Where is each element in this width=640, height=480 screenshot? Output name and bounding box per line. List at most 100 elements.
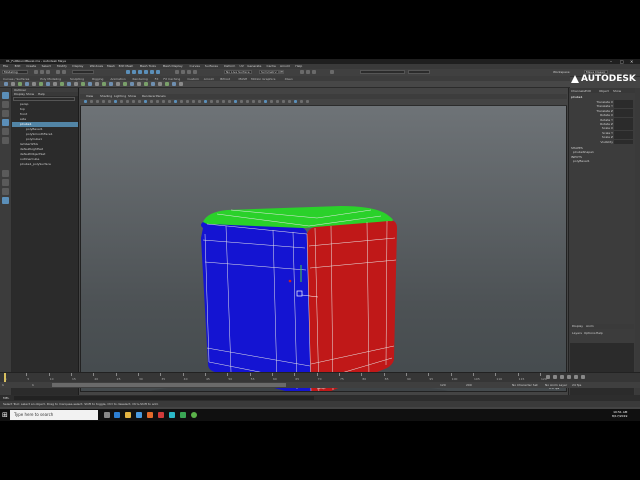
shelf-button-icon[interactable] <box>81 82 85 86</box>
viewport-tool-icon[interactable] <box>90 100 93 103</box>
cube-model[interactable] <box>81 100 567 392</box>
character-set-dropdown[interactable]: No Character Set <box>512 383 538 387</box>
channel-attribute-field[interactable] <box>614 122 633 126</box>
new-scene-icon[interactable] <box>34 70 38 74</box>
shelf-button-icon[interactable] <box>11 82 15 86</box>
viewport-tool-icon[interactable] <box>174 100 177 103</box>
persp-graph-layout-icon[interactable] <box>2 197 9 204</box>
channel-attribute-field[interactable] <box>614 126 633 131</box>
viewport-tool-icon[interactable] <box>192 100 195 103</box>
viewport-tool-icon[interactable] <box>186 100 189 103</box>
command-language[interactable]: MEL <box>3 396 9 400</box>
range-start[interactable]: 1 <box>2 383 4 387</box>
app-icon-2[interactable] <box>158 412 164 418</box>
shelf-button-icon[interactable] <box>102 82 106 86</box>
layer-menu-options[interactable]: Options <box>584 331 596 335</box>
undo-icon[interactable] <box>56 70 60 74</box>
viewport-tool-icon[interactable] <box>84 100 87 103</box>
shelf-button-icon[interactable] <box>74 82 78 86</box>
go-to-end-icon[interactable] <box>581 375 585 379</box>
shelf-button-icon[interactable] <box>67 82 71 86</box>
range-slider[interactable]: 1 1 120 200 No Character Set No Anim Lay… <box>0 382 640 388</box>
channel-box-tab-show[interactable]: Show <box>613 89 621 93</box>
taskbar-search-input[interactable]: Type here to search <box>10 410 98 420</box>
windows-start-icon[interactable]: ⊞ <box>2 411 8 419</box>
shelf-button-icon[interactable] <box>144 82 148 86</box>
viewport-tool-icon[interactable] <box>168 100 171 103</box>
viewport-tool-icon[interactable] <box>300 100 303 103</box>
step-forward-icon[interactable] <box>574 375 578 379</box>
maya-taskbar-icon[interactable] <box>169 412 175 418</box>
sign-in-dropdown[interactable] <box>408 70 430 74</box>
ipr-render-icon[interactable] <box>306 70 310 74</box>
channel-box-tab-channels[interactable]: Channels <box>571 89 585 93</box>
input-line-field[interactable] <box>360 70 405 74</box>
playback-end[interactable]: 120 <box>440 383 446 387</box>
outliner-menu-display[interactable]: Display <box>14 92 25 96</box>
channel-attribute-field[interactable] <box>614 135 633 140</box>
viewport-tool-icon[interactable] <box>120 100 123 103</box>
viewport-tool-icon[interactable] <box>258 100 261 103</box>
go-to-start-icon[interactable] <box>546 375 550 379</box>
rotate-tool-icon[interactable] <box>2 128 9 135</box>
channel-attribute-field[interactable] <box>614 117 633 122</box>
viewport-tool-icon[interactable] <box>138 100 141 103</box>
channel-attribute-field[interactable] <box>614 113 633 118</box>
shelf-button-icon[interactable] <box>179 82 183 86</box>
snap-point-icon[interactable] <box>187 70 191 74</box>
live-surface-field[interactable]: No Live Surface <box>224 70 252 74</box>
file-explorer-icon[interactable] <box>125 412 131 418</box>
playback-start[interactable]: 1 <box>32 383 34 387</box>
layer-tab-anim[interactable]: Anim <box>586 324 594 329</box>
fps-dropdown[interactable]: 24 fps <box>572 383 581 387</box>
render-settings-icon[interactable] <box>312 70 316 74</box>
shelf-button-icon[interactable] <box>18 82 22 86</box>
four-view-layout-icon[interactable] <box>2 179 9 186</box>
command-input[interactable] <box>14 396 314 400</box>
lasso-tool-icon[interactable] <box>2 101 9 108</box>
viewport-tool-icon[interactable] <box>240 100 243 103</box>
channel-box-tab-edit[interactable]: Edit <box>585 89 591 93</box>
channel-attribute-field[interactable] <box>614 104 633 109</box>
shelf-button-icon[interactable] <box>130 82 134 86</box>
shelf-button-icon[interactable] <box>116 82 120 86</box>
shape-node[interactable]: pCubeShape1 <box>573 150 594 154</box>
store-icon[interactable] <box>136 412 142 418</box>
channel-box-tab-object[interactable]: Object <box>599 89 609 93</box>
viewport-tool-icon[interactable] <box>144 100 147 103</box>
viewport-tool-icon[interactable] <box>180 100 183 103</box>
viewport-tool-icon[interactable] <box>162 100 165 103</box>
input-line-icon[interactable] <box>330 70 334 74</box>
viewport-tool-icon[interactable] <box>126 100 129 103</box>
viewport-tool-icon[interactable] <box>216 100 219 103</box>
viewport-tool-icon[interactable] <box>288 100 291 103</box>
play-forward-icon[interactable] <box>567 375 571 379</box>
shelf-button-icon[interactable] <box>109 82 113 86</box>
edge-browser-icon[interactable] <box>114 412 120 418</box>
current-time-indicator[interactable] <box>4 373 6 382</box>
layer-tab-display[interactable]: Display <box>572 324 583 329</box>
shelf-button-icon[interactable] <box>4 82 8 86</box>
shelf-button-icon[interactable] <box>95 82 99 86</box>
shelf-button-icon[interactable] <box>39 82 43 86</box>
shelf-button-icon[interactable] <box>32 82 36 86</box>
shelf-button-icon[interactable] <box>137 82 141 86</box>
system-clock[interactable]: 10:51 AM 8/17/2019 <box>612 410 627 418</box>
viewport-tool-icon[interactable] <box>198 100 201 103</box>
anim-layer-dropdown[interactable]: No Anim Layer <box>545 383 567 387</box>
outliner-menu-help[interactable]: Help <box>38 92 45 96</box>
viewport-tool-icon[interactable] <box>264 100 267 103</box>
viewport-tool-icon[interactable] <box>252 100 255 103</box>
viewport-tool-icon[interactable] <box>210 100 213 103</box>
outliner-item[interactable]: pCube1_polySurface <box>12 162 78 167</box>
viewport-tool-icon[interactable] <box>282 100 285 103</box>
snap-grid-icon[interactable] <box>175 70 179 74</box>
channel-attribute-field[interactable] <box>614 100 633 104</box>
outliner-menu-show[interactable]: Show <box>26 92 34 96</box>
app-icon-1[interactable] <box>147 412 153 418</box>
range-bar[interactable] <box>52 383 286 387</box>
snap-curve-icon[interactable] <box>181 70 185 74</box>
shelf-button-icon[interactable] <box>172 82 176 86</box>
layer-menu-help[interactable]: Help <box>596 331 603 335</box>
viewport-tool-icon[interactable] <box>108 100 111 103</box>
